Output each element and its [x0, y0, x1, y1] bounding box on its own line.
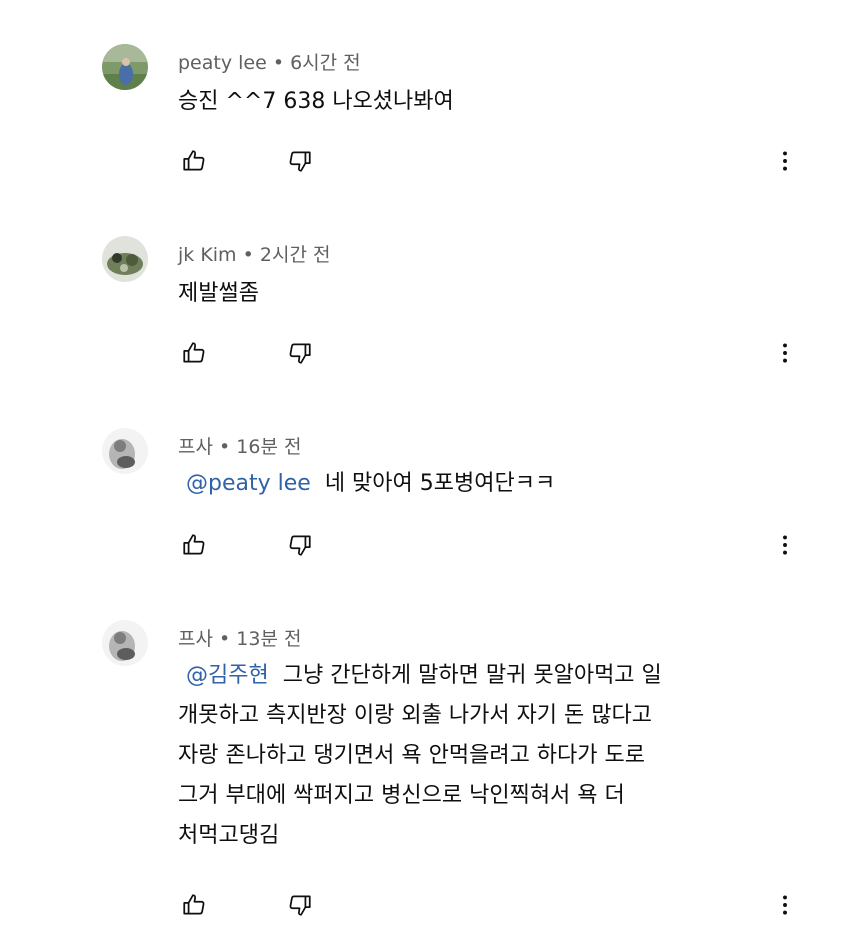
comment-text-line: 처먹고댕김	[178, 823, 280, 848]
like-button[interactable]	[179, 890, 209, 920]
comment-meta: jk Kim • 2시간 전	[178, 244, 331, 266]
mention-link[interactable]: @peaty lee	[186, 471, 311, 496]
like-button[interactable]	[179, 146, 209, 176]
timestamp[interactable]: 13분 전	[236, 628, 301, 650]
avatar[interactable]	[102, 620, 148, 666]
comment-text: 승진 ^^7 638 나오셨나봐여	[178, 82, 798, 122]
mention-link[interactable]: @김주현	[186, 663, 269, 688]
comment-text: 제발썰좀	[178, 274, 798, 314]
more-actions-button[interactable]	[770, 890, 800, 920]
timestamp[interactable]: 2시간 전	[260, 244, 331, 266]
comment-actions	[0, 146, 850, 176]
avatar[interactable]	[102, 236, 148, 282]
more-vert-icon	[783, 343, 787, 363]
author-name[interactable]: jk Kim	[178, 244, 237, 266]
thumbs-up-icon	[183, 894, 205, 915]
comment-actions	[0, 530, 850, 560]
comment-meta: 프사 • 13분 전	[178, 628, 302, 650]
dislike-button[interactable]	[285, 146, 315, 176]
thumbs-up-icon	[183, 342, 205, 363]
comment-text-line: 네 맞아여 5포병여단ㅋㅋ	[324, 471, 556, 496]
comment-actions	[0, 890, 850, 920]
thumbs-down-icon	[289, 895, 311, 916]
comment-text-line: 제발썰좀	[178, 281, 259, 306]
comment-text-line: 자랑 존나하고 댕기면서 욕 안먹을려고 하다가 도로	[178, 743, 646, 768]
author-name[interactable]: 프사	[178, 628, 213, 650]
avatar[interactable]	[102, 44, 148, 90]
comment-meta: peaty lee • 6시간 전	[178, 52, 361, 74]
thumbs-down-icon	[289, 343, 311, 364]
author-name[interactable]: peaty lee	[178, 52, 267, 74]
dislike-button[interactable]	[285, 338, 315, 368]
comment-text-line: 그냥 간단하게 말하면 말귀 못알아먹고 일	[282, 663, 662, 688]
more-vert-icon	[783, 895, 787, 915]
more-actions-button[interactable]	[770, 146, 800, 176]
author-name[interactable]: 프사	[178, 436, 213, 458]
comment-text-line: 개못하고 측지반장 이랑 외출 나가서 자기 돈 많다고	[178, 703, 652, 728]
like-button[interactable]	[179, 530, 209, 560]
thumbs-up-icon	[183, 534, 205, 555]
timestamp[interactable]: 6시간 전	[290, 52, 361, 74]
dislike-button[interactable]	[285, 530, 315, 560]
comment-text-line: 승진 ^^7 638 나오셨나봐여	[178, 89, 454, 114]
dislike-button[interactable]	[285, 890, 315, 920]
thumbs-up-icon	[183, 150, 205, 171]
comment-actions	[0, 338, 850, 368]
thumbs-down-icon	[289, 535, 311, 556]
more-actions-button[interactable]	[770, 338, 800, 368]
more-vert-icon	[783, 151, 787, 171]
more-vert-icon	[783, 535, 787, 555]
comment-text-line: 그거 부대에 싹퍼지고 병신으로 낙인찍혀서 욕 더	[178, 783, 625, 808]
comment-text: @peaty lee 네 맞아여 5포병여단ㅋㅋ	[178, 464, 798, 504]
timestamp[interactable]: 16분 전	[236, 436, 301, 458]
comment-meta: 프사 • 16분 전	[178, 436, 302, 458]
thumbs-down-icon	[289, 151, 311, 172]
more-actions-button[interactable]	[770, 530, 800, 560]
avatar[interactable]	[102, 428, 148, 474]
comment-text: @김주현 그냥 간단하게 말하면 말귀 못알아먹고 일 개못하고 측지반장 이랑 …	[178, 656, 798, 856]
like-button[interactable]	[179, 338, 209, 368]
